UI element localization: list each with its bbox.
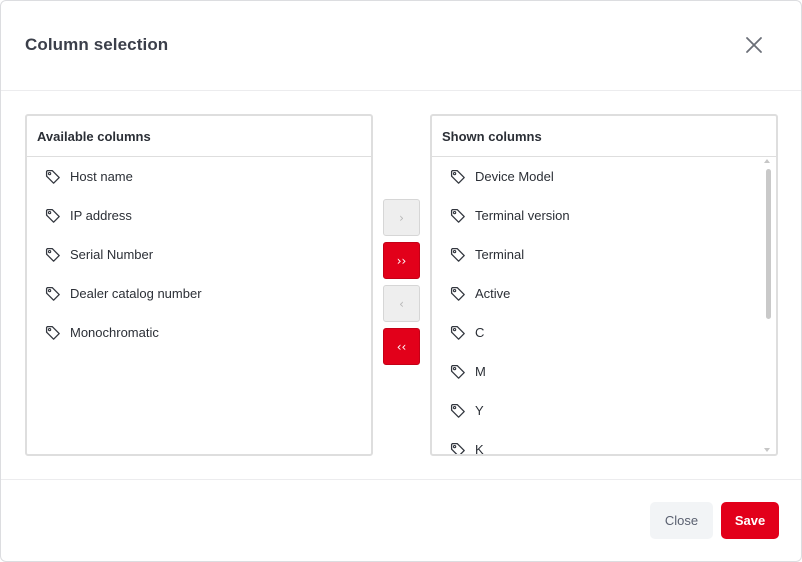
tag-icon <box>45 247 61 263</box>
tag-icon <box>450 403 466 419</box>
list-item-label: Terminal <box>475 247 525 262</box>
list-item-label: Serial Number <box>70 247 154 262</box>
tag-icon <box>450 286 466 302</box>
list-item-label: IP address <box>70 208 132 223</box>
scroll-down-arrow-icon[interactable] <box>764 448 770 452</box>
move-all-right-button[interactable]: ›› <box>383 242 420 279</box>
tag-icon <box>450 442 466 454</box>
tag-icon <box>450 169 466 185</box>
list-item-label: C <box>475 325 485 340</box>
available-columns-items: Host name IP address Serial Number Deale… <box>27 157 371 454</box>
dialog-footer: Close Save <box>1 479 801 562</box>
list-item[interactable]: Terminal version <box>432 196 776 235</box>
list-item-label: Active <box>475 286 511 301</box>
list-item[interactable]: Dealer catalog number <box>27 274 371 313</box>
list-item[interactable]: K <box>432 430 776 454</box>
close-icon[interactable] <box>742 33 766 57</box>
available-columns-header: Available columns <box>27 116 371 157</box>
move-all-left-button[interactable]: ‹‹ <box>383 328 420 365</box>
tag-icon <box>450 208 466 224</box>
scroll-up-arrow-icon[interactable] <box>764 159 770 163</box>
shown-columns-items: Device Model Terminal version Terminal A… <box>432 157 776 454</box>
list-item[interactable]: M <box>432 352 776 391</box>
list-item-label: Y <box>475 403 484 418</box>
list-item-label: M <box>475 364 486 379</box>
tag-icon <box>450 325 466 341</box>
list-item-label: Dealer catalog number <box>70 286 202 301</box>
list-item[interactable]: Device Model <box>432 157 776 196</box>
move-right-button[interactable]: › <box>383 199 420 236</box>
list-item-label: K <box>475 442 484 454</box>
list-item-label: Device Model <box>475 169 554 184</box>
tag-icon <box>45 286 61 302</box>
tag-icon <box>45 208 61 224</box>
list-item[interactable]: Host name <box>27 157 371 196</box>
dialog-header: Column selection <box>1 1 801 91</box>
list-item[interactable]: C <box>432 313 776 352</box>
available-columns-list: Available columns Host name IP address S… <box>25 114 373 456</box>
list-item[interactable]: Monochromatic <box>27 313 371 352</box>
tag-icon <box>450 364 466 380</box>
move-left-button[interactable]: ‹ <box>383 285 420 322</box>
list-item[interactable]: Y <box>432 391 776 430</box>
list-item[interactable]: IP address <box>27 196 371 235</box>
list-item-label: Monochromatic <box>70 325 159 340</box>
scrollbar[interactable] <box>764 157 774 454</box>
list-item-label: Host name <box>70 169 133 184</box>
list-item[interactable]: Active <box>432 274 776 313</box>
tag-icon <box>45 325 61 341</box>
shown-columns-header: Shown columns <box>432 116 776 157</box>
shown-columns-list: Shown columns Device Model Terminal vers… <box>430 114 778 456</box>
tag-icon <box>45 169 61 185</box>
scrollbar-thumb[interactable] <box>766 169 771 319</box>
close-button[interactable]: Close <box>650 502 713 539</box>
list-item[interactable]: Serial Number <box>27 235 371 274</box>
dialog-title: Column selection <box>25 35 169 54</box>
list-item-label: Terminal version <box>475 208 570 223</box>
save-button[interactable]: Save <box>721 502 779 539</box>
column-selection-dialog: Column selection Available columns Host … <box>0 0 802 562</box>
tag-icon <box>450 247 466 263</box>
list-item[interactable]: Terminal <box>432 235 776 274</box>
